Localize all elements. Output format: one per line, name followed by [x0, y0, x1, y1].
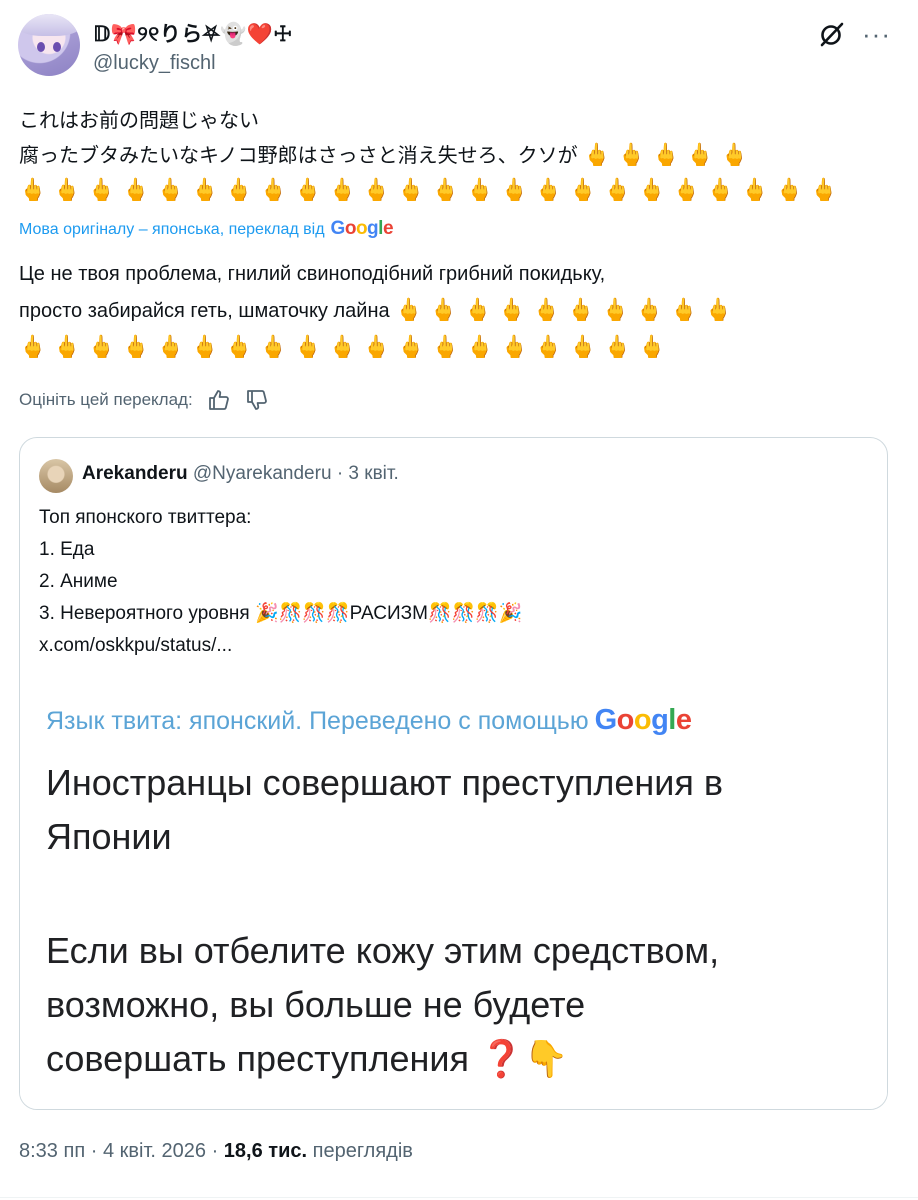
image-translated-text: Иностранцы совершают преступления в Япон… — [46, 756, 846, 1086]
translation-attribution[interactable]: Мова оригіналу – японська, переклад від G… — [19, 218, 394, 240]
separator-dot: · — [90, 1140, 98, 1162]
post-text-line: 腐ったブタみたいなキノコ野郎はさっさと消え失せろ、クソが 🖕🖕🖕🖕🖕 — [19, 142, 756, 167]
image-translation-attribution: Язык твита: японский. Переведено с помощ… — [46, 704, 692, 736]
more-options-icon[interactable]: ··· — [862, 21, 891, 47]
rate-translation: Оцініть цей переклад: — [19, 388, 269, 412]
middle-finger-emoji-row: 🖕🖕🖕🖕🖕🖕🖕🖕🖕🖕🖕🖕🖕🖕🖕🖕🖕🖕🖕 — [19, 334, 673, 359]
thumbs-down-icon[interactable] — [245, 388, 269, 412]
divider — [0, 1197, 918, 1198]
quoted-post[interactable]: Arekanderu @Nyarekanderu · 3 квіт. Топ я… — [19, 437, 888, 1110]
question-pointer-emoji: ❓👇 — [479, 1038, 569, 1079]
translation-attribution-text: Мова оригіналу – японська, переклад від — [19, 221, 325, 238]
image-text-line: совершать преступления ❓👇 — [46, 1038, 569, 1079]
quoted-text-line: Топ японского твиттера: — [39, 507, 252, 528]
quoted-post-header: Arekanderu @Nyarekanderu · 3 квіт. — [82, 463, 399, 485]
thumbs-up-icon[interactable] — [207, 388, 231, 412]
grok-icon[interactable] — [818, 20, 846, 48]
author-display-name[interactable]: 𝔻🎀୨୧りら⛧👻❤️☩ — [93, 18, 293, 48]
translated-text-line: Це не твоя проблема, гнилий свиноподібни… — [19, 263, 606, 285]
middle-finger-emoji-row: 🖕🖕🖕🖕🖕🖕🖕🖕🖕🖕🖕🖕🖕🖕🖕🖕🖕🖕🖕🖕🖕🖕🖕🖕 — [19, 177, 845, 202]
google-logo: Google — [330, 218, 394, 239]
quoted-text-line: 2. Аниме — [39, 571, 118, 592]
separator-dot: · — [336, 463, 344, 484]
middle-finger-emoji-row: 🖕🖕🖕🖕🖕🖕🖕🖕🖕🖕 — [395, 297, 740, 322]
quoted-text-line: 3. Невероятного уровня 🎉🎊🎊🎊РАСИЗМ🎊🎊🎊🎉 — [39, 603, 523, 624]
post-date[interactable]: 4 квіт. 2026 — [103, 1140, 206, 1162]
rate-translation-label: Оцініть цей переклад: — [19, 390, 193, 409]
post-text: これはお前の問題じゃない 腐ったブタみたいなキノコ野郎はさっさと消え失せろ、クソ… — [19, 104, 879, 207]
separator-dot: · — [211, 1140, 219, 1162]
image-text-line: Японии — [46, 816, 172, 857]
author-handle[interactable]: @lucky_fischl — [93, 52, 216, 75]
image-text-line: возможно, вы больше не будете — [46, 984, 586, 1025]
post-meta: 8:33 пп · 4 квіт. 2026 · 18,6 тис. перег… — [19, 1140, 413, 1163]
quoted-author-name[interactable]: Arekanderu — [82, 463, 188, 484]
translated-text: Це не твоя проблема, гнилий свиноподібни… — [19, 256, 879, 365]
quoted-post-date[interactable]: 3 квіт. — [348, 463, 398, 484]
quoted-author-handle[interactable]: @Nyarekanderu — [193, 463, 332, 484]
middle-finger-emoji-row: 🖕🖕🖕🖕🖕 — [583, 142, 756, 167]
quoted-author-avatar[interactable] — [39, 459, 73, 493]
image-text-line: Иностранцы совершают преступления в — [46, 762, 724, 803]
post-time[interactable]: 8:33 пп — [19, 1140, 85, 1162]
views-label: переглядів — [312, 1140, 413, 1162]
quoted-post-image[interactable]: Язык твита: японский. Переведено с помощ… — [20, 668, 887, 1109]
quoted-text-line: 1. Еда — [39, 539, 95, 560]
quoted-post-text: Топ японского твиттера: 1. Еда 2. Аниме … — [39, 502, 523, 662]
quoted-link[interactable]: x.com/oskkpu/status/... — [39, 630, 523, 662]
author-avatar[interactable] — [18, 14, 80, 76]
post-text-line: これはお前の問題じゃない — [19, 110, 259, 132]
views-count: 18,6 тис. — [223, 1140, 308, 1162]
google-logo: Google — [594, 704, 692, 736]
image-text-line: Если вы отбелите кожу этим средством, — [46, 930, 720, 971]
translated-text-line: просто забирайся геть, шматочку лайна 🖕🖕… — [19, 297, 740, 322]
